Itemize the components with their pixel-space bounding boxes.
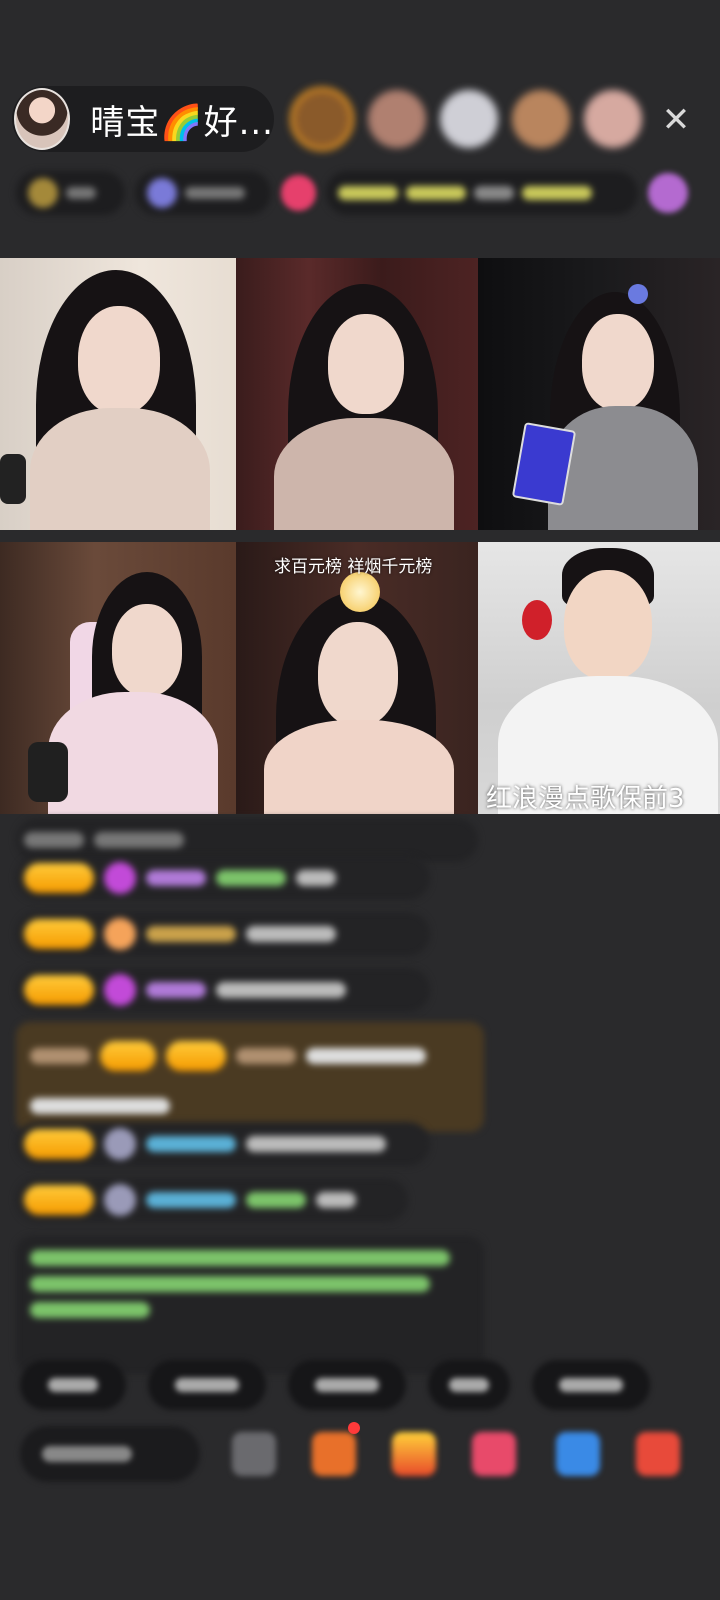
viewer-avatar[interactable] — [584, 90, 642, 148]
video-tile[interactable]: 红浪漫点歌保前3 — [478, 542, 720, 814]
gift-icon[interactable] — [280, 175, 317, 211]
chat-input[interactable] — [20, 1426, 200, 1482]
video-tile[interactable] — [0, 258, 236, 530]
more-icon[interactable] — [636, 1432, 680, 1476]
video-tile[interactable] — [236, 258, 478, 530]
video-tile[interactable]: 求百元榜 祥烟千元榜 — [236, 542, 478, 814]
close-icon[interactable]: ✕ — [656, 100, 696, 140]
chat-message[interactable] — [16, 968, 430, 1012]
chat-message-highlight[interactable] — [16, 1022, 484, 1132]
chat-message[interactable] — [16, 912, 430, 956]
ranking-icon[interactable] — [648, 173, 688, 213]
multi-guest-video-grid: 求百元榜 祥烟千元榜 红浪漫点歌保前3 — [0, 258, 720, 814]
info-chip[interactable] — [16, 171, 126, 215]
gift-box-icon[interactable] — [312, 1432, 356, 1476]
host-avatar[interactable] — [14, 88, 71, 150]
notification-dot — [348, 1422, 360, 1434]
system-notice — [16, 1236, 484, 1374]
tile-caption: 求百元榜 祥烟千元榜 — [274, 557, 433, 577]
chat-message[interactable] — [16, 1178, 408, 1222]
gift-icon[interactable] — [392, 1432, 436, 1476]
viewer-avatar[interactable] — [368, 90, 426, 148]
chat-message[interactable] — [16, 856, 430, 900]
viewer-avatar[interactable] — [440, 90, 498, 148]
heart-icon[interactable] — [472, 1432, 516, 1476]
video-tile[interactable] — [478, 258, 720, 530]
chat-message[interactable] — [16, 1122, 430, 1166]
quick-action-button[interactable] — [532, 1360, 650, 1410]
quick-action-button[interactable] — [20, 1360, 126, 1410]
viewer-avatar[interactable] — [290, 87, 354, 151]
video-tile[interactable] — [0, 542, 236, 814]
host-info-pill[interactable]: 晴宝🌈好... — [12, 86, 274, 152]
emoji-icon[interactable] — [232, 1432, 276, 1476]
viewer-avatar[interactable] — [512, 90, 570, 148]
quick-action-button[interactable] — [428, 1360, 510, 1410]
viewer-avatar-list — [290, 87, 642, 151]
tile-caption: 红浪漫点歌保前3 — [486, 784, 685, 814]
host-name: 晴宝🌈好... — [90, 102, 274, 143]
quick-action-row — [20, 1360, 650, 1410]
share-icon[interactable] — [556, 1432, 600, 1476]
info-chip[interactable] — [326, 171, 639, 215]
quick-action-button[interactable] — [288, 1360, 406, 1410]
room-info-bar — [16, 168, 688, 218]
quick-action-button[interactable] — [148, 1360, 266, 1410]
info-chip[interactable] — [135, 171, 271, 215]
